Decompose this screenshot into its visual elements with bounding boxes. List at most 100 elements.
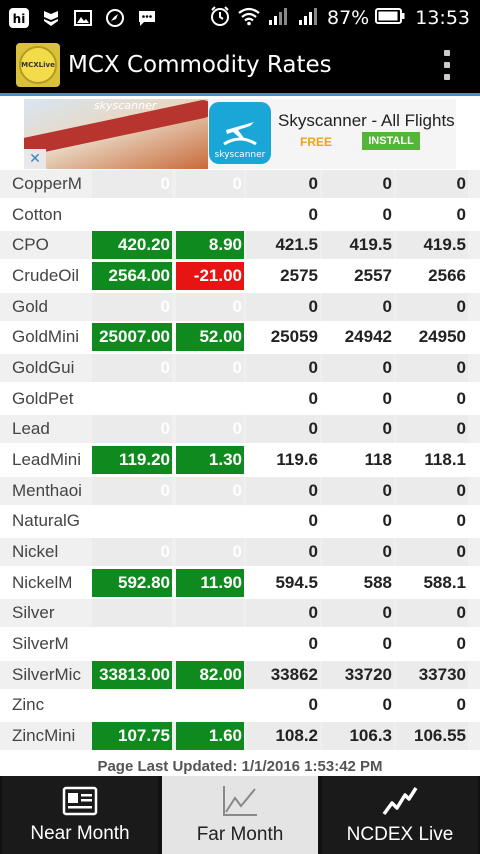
overflow-menu-button[interactable] <box>442 49 452 80</box>
tab-near-month-label: Near Month <box>30 823 130 844</box>
signal-icon-2 <box>297 6 321 31</box>
close-cell: 0 <box>396 415 468 444</box>
table-row[interactable]: GoldGui 0 0 0 0 0 <box>0 353 480 384</box>
screen: hi 87% 13:53 MCXLive MCX Commodity Rates… <box>0 0 480 854</box>
ltp-cell: 25007.00 <box>92 323 172 352</box>
commodity-name: NaturalG <box>12 511 81 531</box>
ad-free-label: FREE <box>300 135 333 149</box>
app-logo-text: MCXLive <box>19 45 57 84</box>
ltp-cell: 0 <box>92 292 172 321</box>
close-cell: 118.1 <box>424 449 466 469</box>
commodity-name: NickelM <box>12 572 73 592</box>
table-row[interactable]: Zinc 0 0 0 0 0 <box>0 690 480 721</box>
table-row[interactable]: GoldMini 25007.00 52.00 25059 24942 24950 <box>0 322 480 353</box>
ltp-cell: 0 <box>92 170 172 198</box>
low-cell: 0 <box>382 204 392 224</box>
app-logo: MCXLive <box>16 42 60 87</box>
close-cell: 588.1 <box>423 572 466 592</box>
tab-ncdex-live[interactable]: NCDEX Live <box>322 776 478 854</box>
open-cell: 0 <box>246 415 320 444</box>
status-bar: hi 87% 13:53 <box>0 0 480 36</box>
table-row[interactable]: Gold 0 0 0 0 0 <box>0 292 480 323</box>
change-cell: 52.00 <box>176 323 244 352</box>
ltp-cell <box>92 599 172 628</box>
commodity-name: Lead <box>12 419 50 439</box>
low-cell: 24942 <box>344 327 392 347</box>
ltp-cell: 107.75 <box>92 721 172 750</box>
ad-close-icon[interactable]: ✕ <box>24 149 46 169</box>
low-cell: 33720 <box>322 660 394 689</box>
open-cell: 0 <box>308 388 318 408</box>
open-cell: 0 <box>246 170 320 198</box>
table-row[interactable]: NickelM 592.80 11.90 594.5 588 588.1 <box>0 568 480 599</box>
commodity-name: SilverM <box>12 633 69 653</box>
low-cell: 0 <box>382 388 392 408</box>
last-updated-text: Page Last Updated: 1/1/2016 1:53:42 PM <box>97 758 383 775</box>
open-cell: 0 <box>246 353 320 382</box>
commodity-name: SilverMic <box>12 664 81 684</box>
change-cell: 0 <box>176 476 244 505</box>
change-cell: 0 <box>232 695 242 715</box>
change-cell <box>176 385 244 413</box>
table-row[interactable]: LeadMini 119.20 1.30 119.6 118 118.1 <box>0 445 480 476</box>
ad-install-button[interactable]: INSTALL <box>362 132 420 150</box>
commodity-name: Nickel <box>12 541 59 561</box>
commodity-name: CPO <box>12 235 49 255</box>
low-cell: 0 <box>322 353 394 382</box>
tab-near-month[interactable]: Near Month <box>2 776 158 854</box>
close-cell: 0 <box>396 599 468 628</box>
wifi-icon <box>237 6 261 31</box>
table-row[interactable]: Menthaoi 0 0 0 0 0 <box>0 476 480 507</box>
close-cell: 2566 <box>428 265 466 285</box>
table-row[interactable]: NaturalG 0 0 0 <box>0 506 480 537</box>
close-cell: 0 <box>396 292 468 321</box>
low-cell: 0 <box>382 633 392 653</box>
open-cell: 2575 <box>280 265 318 285</box>
ad-icon-label: skyscanner <box>214 150 266 160</box>
table-row[interactable]: SilverM 0 0 0 0 0 <box>0 629 480 660</box>
airplane-icon <box>223 122 257 146</box>
menu-dot-icon <box>444 73 450 80</box>
table-row[interactable]: Lead 0 0 0 0 0 <box>0 414 480 445</box>
low-cell: 0 <box>322 599 394 628</box>
skyscanner-app-icon: skyscanner <box>209 102 271 164</box>
ltp-cell <box>92 201 172 229</box>
ltp-cell: 0 <box>92 476 172 505</box>
battery-percent: 87% <box>327 7 370 29</box>
menu-dot-icon <box>444 49 450 56</box>
image-icon <box>72 7 94 29</box>
message-icon <box>136 7 158 29</box>
table-row[interactable]: Nickel 0 0 0 0 0 <box>0 537 480 568</box>
table-row[interactable]: Cotton 0 0 0 <box>0 200 480 231</box>
tab-far-month[interactable]: Far Month <box>162 776 318 854</box>
commodity-name: GoldGui <box>12 357 75 377</box>
ad-banner[interactable]: skyscanner skyscanner Skyscanner - All F… <box>24 99 456 169</box>
open-cell: 0 <box>246 292 320 321</box>
ltp-cell: 0 <box>160 695 170 715</box>
table-row[interactable]: GoldPet 0 0 0 <box>0 384 480 415</box>
low-cell: 0 <box>322 476 394 505</box>
commodity-name: Gold <box>12 296 48 316</box>
open-cell: 594.5 <box>275 572 318 592</box>
ad-title: Skyscanner - All Flights <box>278 111 455 130</box>
shield-icon <box>40 7 62 29</box>
close-cell: 0 <box>456 695 466 715</box>
change-cell <box>176 201 244 229</box>
table-row[interactable]: ZincMini 107.75 1.60 108.2 106.3 106.55 <box>0 721 480 752</box>
table-row[interactable]: SilverMic 33813.00 82.00 33862 33720 33730 <box>0 660 480 691</box>
open-cell: 25059 <box>270 327 318 347</box>
table-row[interactable]: CPO 420.20 8.90 421.5 419.5 419.5 <box>0 230 480 261</box>
hike-app-icon: hi <box>8 7 30 29</box>
table-row[interactable]: CrudeOil 2564.00 -21.00 2575 2557 2566 <box>0 261 480 292</box>
commodity-name: LeadMini <box>12 449 81 469</box>
tab-ncdex-live-label: NCDEX Live <box>346 824 454 845</box>
trend-chart-icon <box>382 787 418 816</box>
ltp-cell: 0 <box>160 633 170 653</box>
close-cell: 106.55 <box>396 721 468 750</box>
table-row[interactable]: CopperM 0 0 0 0 0 <box>0 169 480 200</box>
change-cell: 0 <box>176 415 244 444</box>
change-cell: 1.30 <box>176 445 244 474</box>
close-cell: 0 <box>456 388 466 408</box>
change-cell: 8.90 <box>176 231 244 260</box>
table-row[interactable]: Silver 0 0 0 <box>0 598 480 629</box>
